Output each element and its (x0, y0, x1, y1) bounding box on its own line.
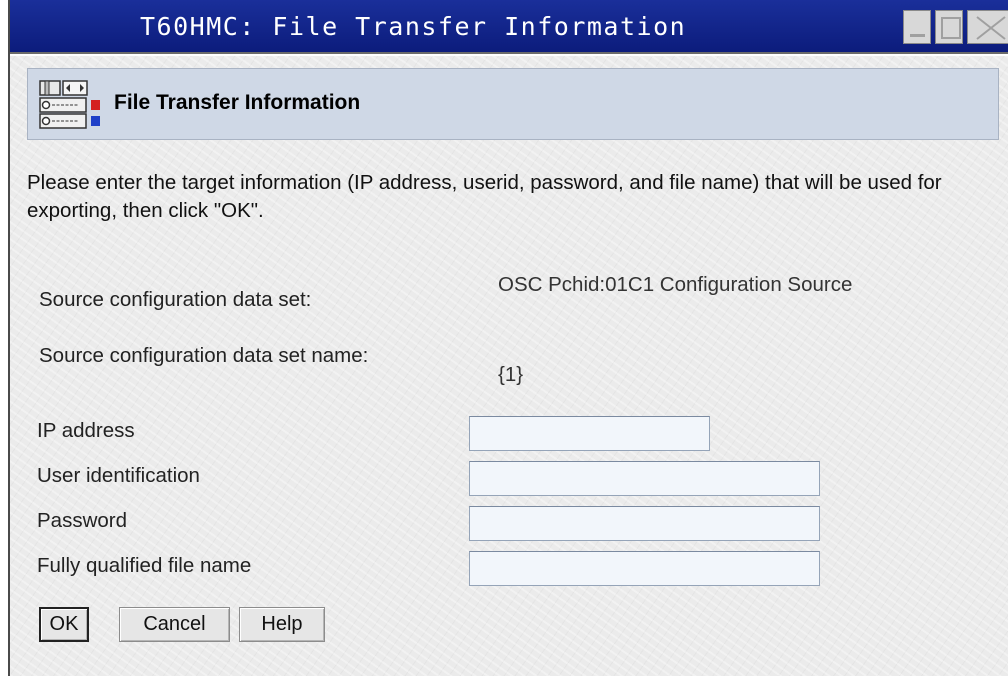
user-identification-label: User identification (37, 464, 200, 487)
dialog-window: T60HMC: File Transfer Information File T… (8, 0, 1008, 676)
dialog-heading: File Transfer Information (114, 91, 361, 114)
instructions-text: Please enter the target information (IP … (27, 171, 942, 222)
maximize-button[interactable] (935, 10, 963, 44)
hardware-config-icon (39, 80, 103, 135)
source-dataset-value: OSC Pchid:01C1 Configuration Source (498, 273, 853, 296)
cancel-button[interactable]: Cancel (119, 607, 230, 642)
window-title: T60HMC: File Transfer Information (140, 12, 687, 41)
title-bar[interactable]: T60HMC: File Transfer Information (10, 0, 1008, 54)
password-input[interactable] (469, 506, 820, 541)
ip-address-label: IP address (37, 419, 135, 442)
close-icon (976, 16, 1006, 40)
file-name-label: Fully qualified file name (37, 554, 252, 577)
source-dataset-label: Source configuration data set: (39, 288, 312, 311)
file-name-input[interactable] (469, 551, 820, 586)
header-panel: File Transfer Information (27, 68, 999, 140)
ip-address-input[interactable] (469, 416, 710, 451)
help-button[interactable]: Help (239, 607, 325, 642)
user-identification-input[interactable] (469, 461, 820, 496)
source-dataset-name-label: Source configuration data set name: (39, 344, 369, 367)
ok-button[interactable]: OK (39, 607, 89, 642)
close-button[interactable] (967, 10, 1008, 44)
minimize-button[interactable] (903, 10, 931, 44)
password-label: Password (37, 509, 128, 532)
source-dataset-name-value: {1} (498, 363, 524, 386)
dialog-content: File Transfer Information Please enter t… (10, 56, 1008, 676)
